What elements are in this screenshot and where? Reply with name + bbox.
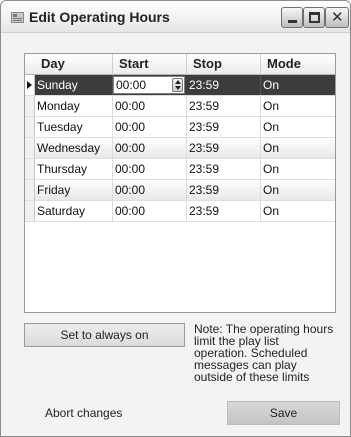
cell-day[interactable]: Monday xyxy=(35,96,113,116)
table-row[interactable]: Friday 00:00 23:59 On xyxy=(25,180,335,201)
set-always-on-button[interactable]: Set to always on xyxy=(24,323,185,347)
cell-day[interactable]: Tuesday xyxy=(35,117,113,137)
row-selector[interactable] xyxy=(25,138,35,158)
cell-stop[interactable]: 23:59 xyxy=(187,96,261,116)
cell-day[interactable]: Thursday xyxy=(35,159,113,179)
column-header-day[interactable]: Day xyxy=(35,54,113,75)
cell-stop[interactable]: 23:59 xyxy=(187,138,261,158)
operating-hours-grid[interactable]: Day Start Stop Mode Sunday 00:00 23:59 O… xyxy=(24,53,336,313)
cell-mode[interactable]: On xyxy=(261,138,335,158)
cell-day[interactable]: Wednesday xyxy=(35,138,113,158)
cell-mode[interactable]: On xyxy=(261,96,335,116)
cell-start[interactable]: 00:00 xyxy=(113,159,187,179)
cell-stop[interactable]: 23:59 xyxy=(187,75,261,95)
edit-operating-hours-window: Edit Operating Hours ✕ Day Start Stop Mo… xyxy=(0,0,351,437)
window-app-icon[interactable] xyxy=(11,12,24,23)
table-row[interactable]: Tuesday 00:00 23:59 On xyxy=(25,117,335,138)
row-selector[interactable] xyxy=(25,117,35,137)
cell-start[interactable]: 00:00 xyxy=(113,138,187,158)
cell-mode[interactable]: On xyxy=(261,201,335,221)
cell-start[interactable]: 00:00 xyxy=(113,96,187,116)
window-title: Edit Operating Hours xyxy=(29,9,170,25)
row-selector[interactable] xyxy=(25,96,35,116)
cell-start[interactable]: 00:00 xyxy=(113,180,187,200)
column-header-start[interactable]: Start xyxy=(113,54,187,75)
table-row[interactable]: Thursday 00:00 23:59 On xyxy=(25,159,335,180)
cell-mode[interactable]: On xyxy=(261,75,335,95)
operating-hours-note: Note: The operating hours limit the play… xyxy=(194,323,346,383)
cell-stop[interactable]: 23:59 xyxy=(187,117,261,137)
start-time-value[interactable]: 00:00 xyxy=(116,78,146,93)
row-selector[interactable] xyxy=(25,180,35,200)
minimize-button[interactable] xyxy=(281,7,303,28)
cell-day[interactable]: Friday xyxy=(35,180,113,200)
minimize-icon xyxy=(288,20,297,23)
close-icon: ✕ xyxy=(331,9,344,26)
abort-changes-button[interactable]: Abort changes xyxy=(45,406,122,420)
title-bar[interactable]: Edit Operating Hours ✕ xyxy=(1,1,350,33)
cell-stop[interactable]: 23:59 xyxy=(187,180,261,200)
spin-updown-icon[interactable] xyxy=(172,78,183,92)
current-row-arrow-icon xyxy=(27,81,32,89)
cell-mode[interactable]: On xyxy=(261,180,335,200)
maximize-icon xyxy=(309,12,320,23)
save-button[interactable]: Save xyxy=(227,401,340,425)
cell-day[interactable]: Sunday xyxy=(35,75,113,95)
row-selector[interactable] xyxy=(25,201,35,221)
grid-header: Day Start Stop Mode xyxy=(25,54,335,75)
table-row[interactable]: Monday 00:00 23:59 On xyxy=(25,96,335,117)
cell-start[interactable]: 00:00 xyxy=(113,201,187,221)
cell-day[interactable]: Saturday xyxy=(35,201,113,221)
maximize-button[interactable] xyxy=(303,7,325,28)
cell-mode[interactable]: On xyxy=(261,117,335,137)
column-header-mode[interactable]: Mode xyxy=(261,54,335,75)
row-selector[interactable] xyxy=(25,75,35,95)
table-row[interactable]: Saturday 00:00 23:59 On xyxy=(25,201,335,222)
cell-stop[interactable]: 23:59 xyxy=(187,201,261,221)
cell-stop[interactable]: 23:59 xyxy=(187,159,261,179)
cell-start[interactable]: 00:00 xyxy=(113,117,187,137)
table-row[interactable]: Sunday 00:00 23:59 On xyxy=(25,75,335,96)
close-button[interactable]: ✕ xyxy=(325,7,349,28)
note-line: outside of these limits xyxy=(194,370,310,384)
column-header-stop[interactable]: Stop xyxy=(187,54,261,75)
cell-mode[interactable]: On xyxy=(261,159,335,179)
row-selector[interactable] xyxy=(25,159,35,179)
start-time-stepper[interactable]: 00:00 xyxy=(113,76,185,94)
table-row[interactable]: Wednesday 00:00 23:59 On xyxy=(25,138,335,159)
